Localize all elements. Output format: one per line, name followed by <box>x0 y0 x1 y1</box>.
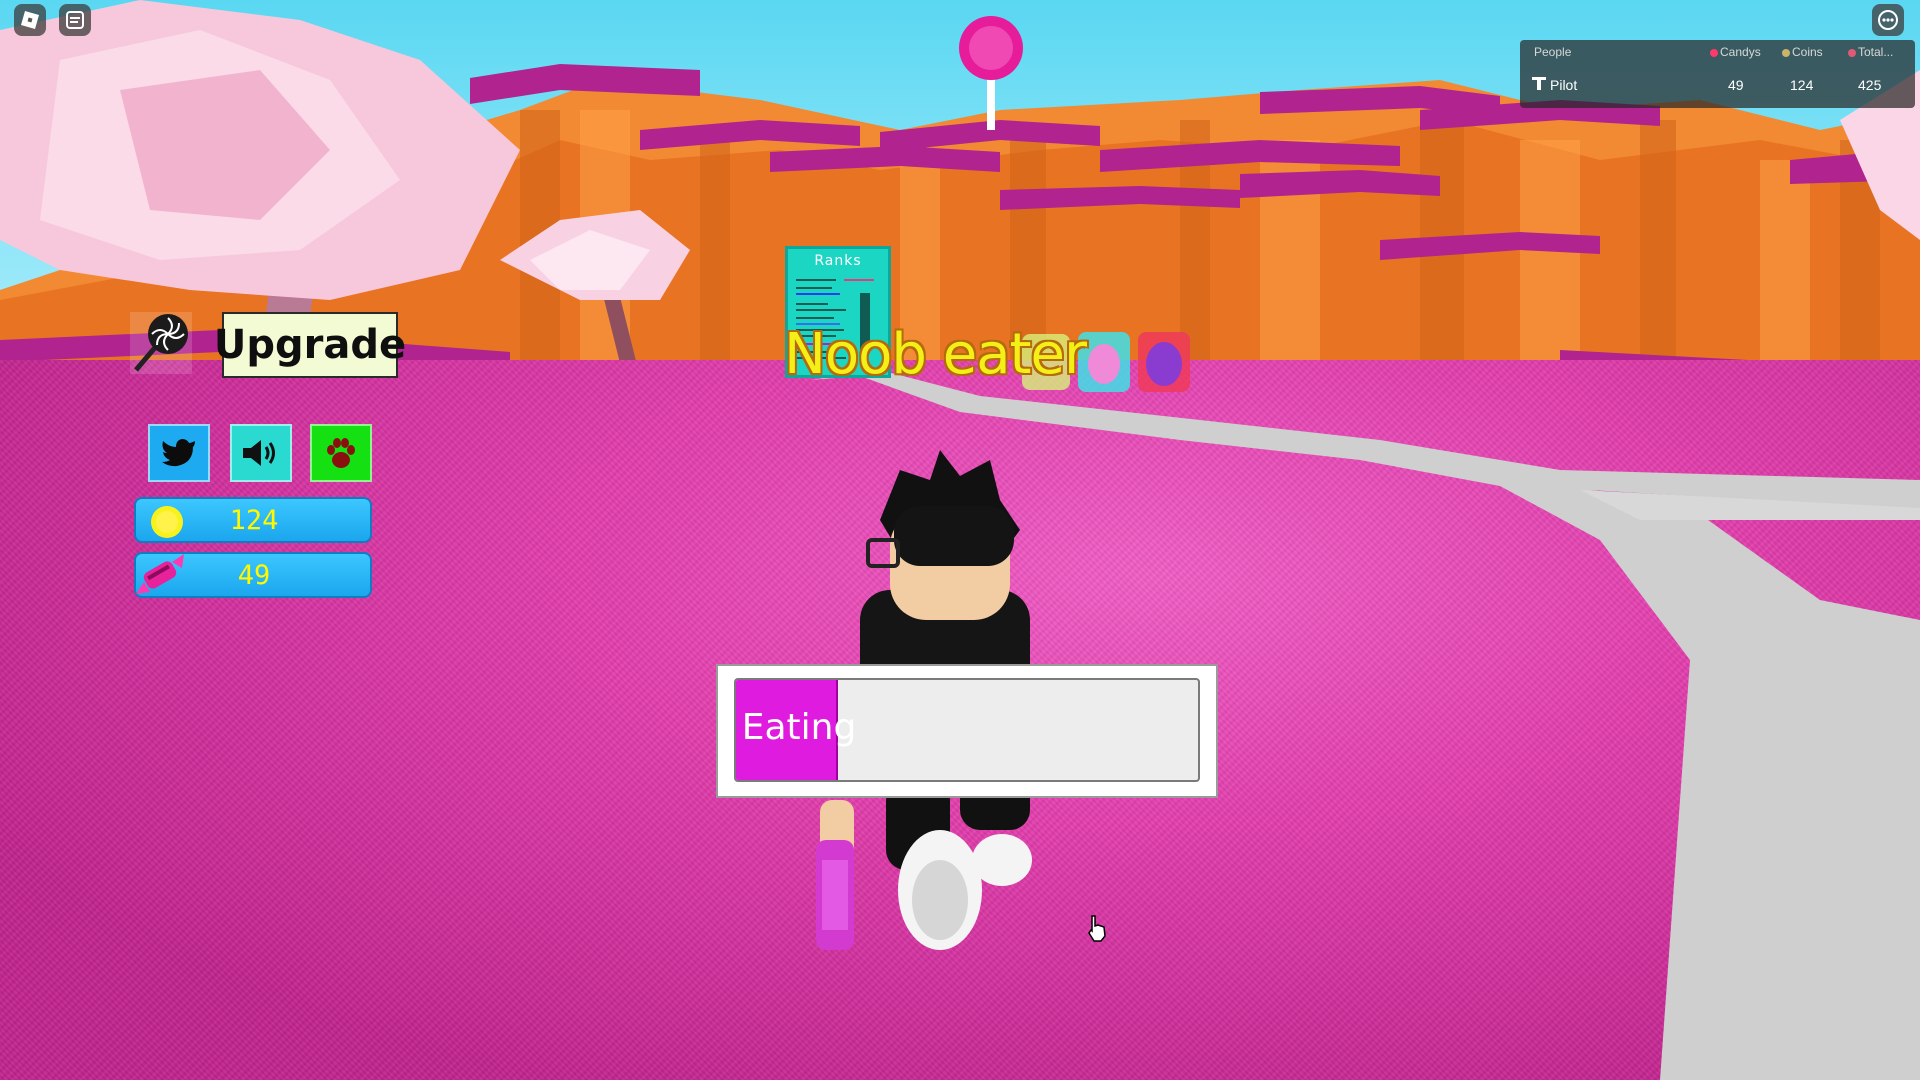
total-header-wrap: Total... <box>1848 45 1893 59</box>
hand-cursor-icon <box>1088 915 1106 942</box>
coins-header: Coins <box>1792 45 1823 59</box>
twitter-bird-icon <box>162 439 195 467</box>
player-crown-icon <box>1532 75 1546 94</box>
people-header: People <box>1534 45 1572 59</box>
lollipop-icon[interactable] <box>128 310 194 376</box>
coins-header-wrap: Coins <box>1782 45 1823 59</box>
eating-label: Eating <box>741 707 857 748</box>
coins-counter: 124 <box>134 497 372 543</box>
leaderboard-row[interactable]: Pilot 49 124 425 <box>1520 64 1915 106</box>
speaker-icon <box>243 440 275 466</box>
total-icon <box>1848 48 1856 57</box>
sound-button[interactable] <box>230 424 292 482</box>
eating-progress-panel: Eating <box>716 664 1218 798</box>
pets-button[interactable] <box>310 424 372 482</box>
player-total: 425 <box>1858 77 1882 93</box>
more-options-button[interactable] <box>1872 4 1904 36</box>
roblox-menu-button[interactable] <box>14 4 46 36</box>
paw-icon <box>327 438 355 468</box>
coins-value: 124 <box>229 505 279 536</box>
candys-header: Candys <box>1720 45 1761 59</box>
upgrade-button[interactable]: Upgrade <box>214 312 406 378</box>
chat-button[interactable] <box>59 4 91 36</box>
eating-progress-track: Eating <box>734 678 1200 782</box>
candy-dot-icon <box>1710 48 1718 57</box>
leaderboard-header: People Candys Coins Total... <box>1520 40 1915 62</box>
candy-counter: 49 <box>134 552 372 598</box>
player-coins: 124 <box>1790 77 1814 93</box>
candys-header-wrap: Candys <box>1710 45 1761 59</box>
coin-bag-icon <box>1782 48 1790 57</box>
twitter-button[interactable] <box>148 424 210 482</box>
leaderboard[interactable]: People Candys Coins Total... Pilot 49 12… <box>1520 40 1915 108</box>
ranks-sign-title: Ranks <box>814 253 862 269</box>
more-options-icon <box>1878 10 1898 30</box>
noob-eater-label: Noob eater <box>784 322 1087 387</box>
player-candys: 49 <box>1728 77 1744 93</box>
player-name: Pilot <box>1550 77 1578 93</box>
chat-icon <box>66 11 84 29</box>
total-header: Total... <box>1858 45 1894 59</box>
roblox-logo-icon <box>21 11 39 29</box>
candy-value: 49 <box>237 560 271 591</box>
game-viewport[interactable]: Ranks Noob eater People Candys Coins Tot… <box>0 0 1920 1080</box>
